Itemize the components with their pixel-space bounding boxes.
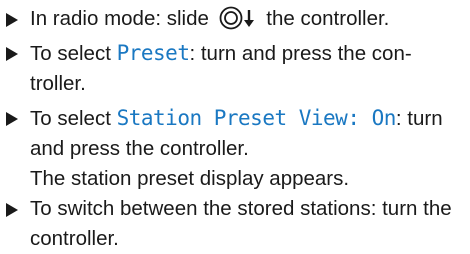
controller-slide-down-icon: [219, 6, 259, 30]
step-1: In radio mode: slide the controller.: [4, 4, 460, 34]
step-1-text-after: the controller.: [260, 7, 390, 30]
step-1-text-before: In radio mode: slide: [30, 7, 215, 30]
step-bullet-icon: [6, 203, 18, 217]
instruction-list: In radio mode: slide the controller. To …: [0, 0, 470, 251]
step-2: To select Preset: turn and press the con…: [4, 38, 460, 99]
step-2-text-before: To select: [30, 42, 117, 65]
step-3-result: The station preset display appears.: [30, 167, 350, 190]
step-bullet-icon: [6, 112, 18, 126]
step-4-text: To switch between the stored stations: t…: [30, 197, 452, 250]
step-bullet-icon: [6, 13, 18, 27]
step-bullet-icon: [6, 47, 18, 61]
step-3-text-before: To select: [30, 107, 117, 130]
display-label-station-preset-view: Station Preset View: On: [116, 106, 397, 130]
display-label-preset: Preset: [116, 41, 190, 65]
step-3: To select Station Preset View: On: turn …: [4, 103, 460, 164]
step-4: To switch between the stored stations: t…: [4, 194, 460, 254]
